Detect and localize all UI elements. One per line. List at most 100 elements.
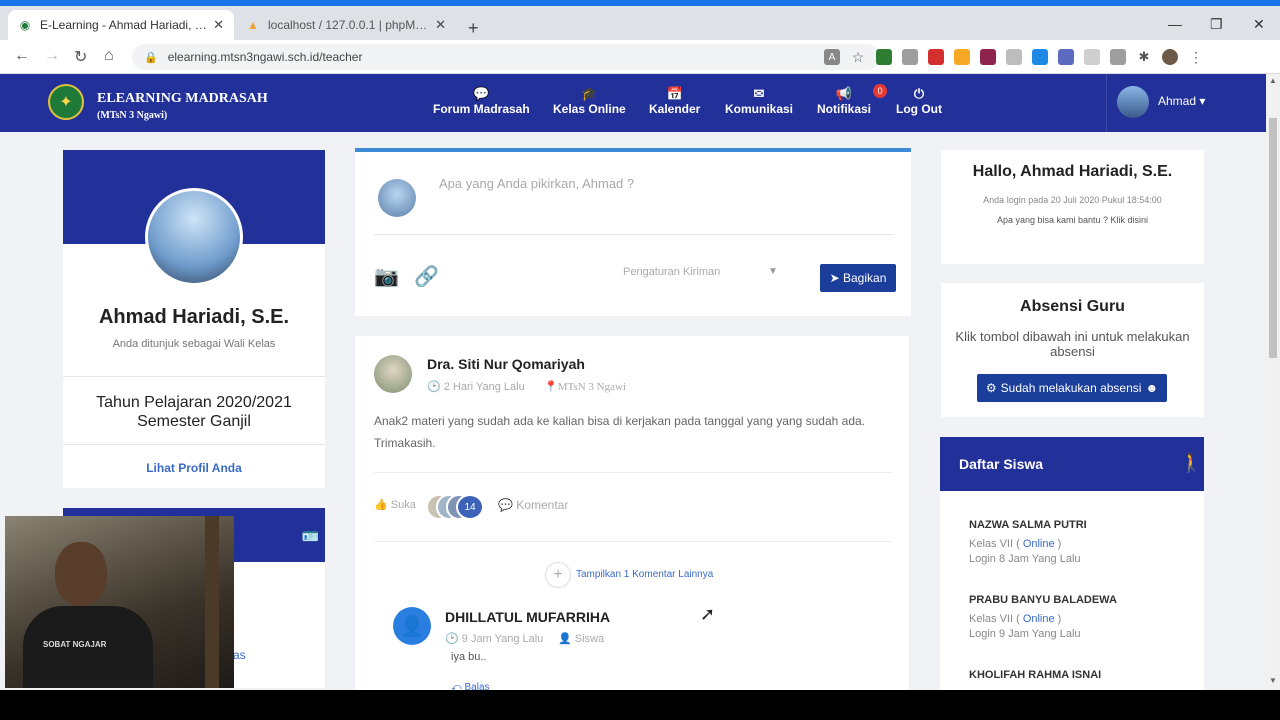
nav-label: Log Out [896, 102, 942, 116]
post-settings-select[interactable]: Pengaturan Kiriman [623, 266, 720, 278]
comment-role: 👤 Siswa [558, 632, 604, 645]
extension-icon[interactable] [1110, 49, 1126, 65]
academic-year: Tahun Pelajaran 2020/2021 [96, 394, 292, 411]
profile-role: Anda ditunjuk sebagai Wali Kelas [112, 338, 276, 350]
clock-icon: 🕑 [445, 633, 459, 645]
comment-author[interactable]: DHILLATUL MUFARRIHA [445, 609, 610, 625]
extension-icon[interactable] [1006, 49, 1022, 65]
info-card-link[interactable]: as [233, 648, 246, 662]
view-profile-link[interactable]: Lihat Profil Anda [63, 461, 325, 475]
nav-kelas-online[interactable]: 🎓 Kelas Online [553, 86, 626, 116]
student-class-text: Kelas VII ( [969, 538, 1020, 550]
scroll-down-icon[interactable]: ▼ [1269, 676, 1277, 685]
show-more-comments-link[interactable]: Tampilkan 1 Komentar Lainnya [576, 569, 713, 580]
scroll-up-icon[interactable]: ▲ [1269, 76, 1277, 85]
link-icon[interactable]: 🔗 [414, 264, 439, 289]
share-label: Bagikan [843, 271, 887, 285]
post-author[interactable]: Dra. Siti Nur Qomariyah [427, 356, 585, 372]
minimize-icon[interactable]: — [1168, 16, 1182, 32]
user-menu[interactable]: Ahmad ▾ [1158, 94, 1205, 108]
online-status: Online [1022, 538, 1055, 550]
madrasah-logo[interactable]: ✦ [48, 84, 84, 120]
nav-komunikasi[interactable]: ✉ Komunikasi [725, 86, 793, 116]
comment-time: 🕑 9 Jam Yang Lalu [445, 632, 543, 645]
close-tab-icon[interactable]: ✕ [213, 17, 224, 33]
extension-icon[interactable] [1058, 49, 1074, 65]
user-icon: 👤 [558, 633, 572, 645]
window-close-icon[interactable]: ✕ [1253, 16, 1265, 33]
tab-elearning[interactable]: ◉ E-Learning - Ahmad Hariadi, S.E. ✕ [8, 10, 234, 40]
plus-icon[interactable]: + [545, 562, 571, 588]
caret-down-icon[interactable]: ▼ [768, 266, 778, 277]
extension-icon[interactable] [902, 49, 918, 65]
menu-dots-icon[interactable]: ⋮ [1188, 49, 1204, 65]
nav-notifikasi[interactable]: 📢 Notifikasi [817, 86, 871, 116]
help-link[interactable]: Apa yang bisa kami bantu ? Klik disini [941, 215, 1204, 225]
page-scrollbar[interactable]: ▲ ▼ [1266, 74, 1280, 690]
comment-time-text: 9 Jam Yang Lalu [461, 633, 544, 645]
attendance-button[interactable]: ⚙ Sudah melakukan absensi ☻ [977, 374, 1167, 402]
divider [374, 541, 892, 542]
extension-icon[interactable] [1032, 49, 1048, 65]
translate-icon[interactable]: A [824, 49, 840, 65]
student-name[interactable]: NAZWA SALMA PUTRI [969, 519, 1087, 531]
profile-avatar[interactable] [145, 188, 243, 286]
nav-kalender[interactable]: 📅 Kalender [649, 86, 700, 116]
extension-icon[interactable] [928, 49, 944, 65]
extension-icon[interactable] [954, 49, 970, 65]
bookmark-star-icon[interactable]: ☆ [850, 49, 866, 65]
student-class-text: Kelas VII ( [969, 613, 1020, 625]
divider [63, 444, 325, 445]
like-button[interactable]: 👍 Suka [374, 498, 416, 511]
brand-subtitle: (MTsN 3 Ngawi) [97, 110, 168, 121]
nav-label: Forum Madrasah [433, 102, 530, 116]
semester: Semester Ganjil [137, 413, 251, 430]
id-card-icon: 🪪 [301, 528, 319, 544]
nav-forum-madrasah[interactable]: 💬 Forum Madrasah [433, 86, 530, 116]
mouse-cursor-icon: ➚ [700, 604, 716, 624]
post-time-text: 2 Hari Yang Lalu [443, 381, 525, 393]
envelope-icon: ✉ [753, 86, 765, 101]
map-pin-icon: 📍 [544, 381, 558, 393]
divider [63, 376, 325, 377]
wooden-beam [205, 516, 219, 688]
camera-icon[interactable]: 📷 [374, 264, 399, 289]
reload-icon[interactable]: ↻ [74, 47, 87, 67]
extension-icon[interactable] [980, 49, 996, 65]
composer-divider [374, 234, 894, 235]
composer-input[interactable]: Apa yang Anda pikirkan, Ahmad ? [439, 176, 634, 191]
author-avatar[interactable] [374, 355, 412, 393]
scroll-thumb[interactable] [1269, 118, 1277, 358]
home-icon[interactable]: ⌂ [104, 47, 114, 65]
brand-title[interactable]: ELEARNING MADRASAH [97, 91, 268, 107]
nav-label: Kelas Online [553, 102, 626, 116]
url-text: elearning.mtsn3ngawi.sch.id/teacher [167, 50, 363, 64]
person-head [55, 542, 107, 606]
extension-icon[interactable] [876, 49, 892, 65]
post-place: 📍MTsN 3 Ngawi [544, 380, 626, 393]
user-avatar[interactable] [1117, 86, 1149, 118]
close-tab-icon[interactable]: ✕ [435, 17, 446, 33]
back-icon[interactable]: ← [14, 47, 30, 65]
madrasah-favicon-icon: ◉ [19, 18, 31, 32]
student-name[interactable]: KHOLIFAH RAHMA ISNAI [969, 669, 1101, 681]
post-body: Anak2 materi yang sudah ada ke kalian bi… [374, 414, 866, 450]
comment-button[interactable]: 💬 Komentar [498, 498, 568, 512]
new-tab-icon[interactable]: + [468, 18, 479, 39]
forward-icon[interactable]: → [44, 47, 60, 65]
chat-icon: 💬 [473, 86, 490, 101]
tab-phpmyadmin[interactable]: ▲ localhost / 127.0.0.1 | phpMyAdmin ✕ [236, 10, 456, 40]
extension-icon[interactable] [1084, 49, 1100, 65]
maximize-icon[interactable]: ❐ [1210, 16, 1223, 33]
attendance-description: Klik tombol dibawah ini untuk melakukan … [955, 329, 1190, 359]
url-field[interactable]: 🔒 elearning.mtsn3ngawi.sch.id/teacher [132, 44, 880, 70]
comment-role-text: Siswa [574, 633, 605, 645]
nav-log-out[interactable]: ⏻ Log Out [896, 86, 942, 116]
like-count[interactable]: 14 [456, 494, 484, 520]
student-list-title: Daftar Siswa [959, 456, 1044, 472]
share-button[interactable]: ➤ Bagikan [820, 264, 896, 292]
profile-avatar[interactable] [1162, 49, 1178, 65]
puzzle-icon[interactable]: ✱ [1136, 49, 1152, 65]
student-name[interactable]: PRABU BANYU BALADEWA [969, 594, 1117, 606]
caret-down-icon: ▾ [1199, 94, 1206, 108]
